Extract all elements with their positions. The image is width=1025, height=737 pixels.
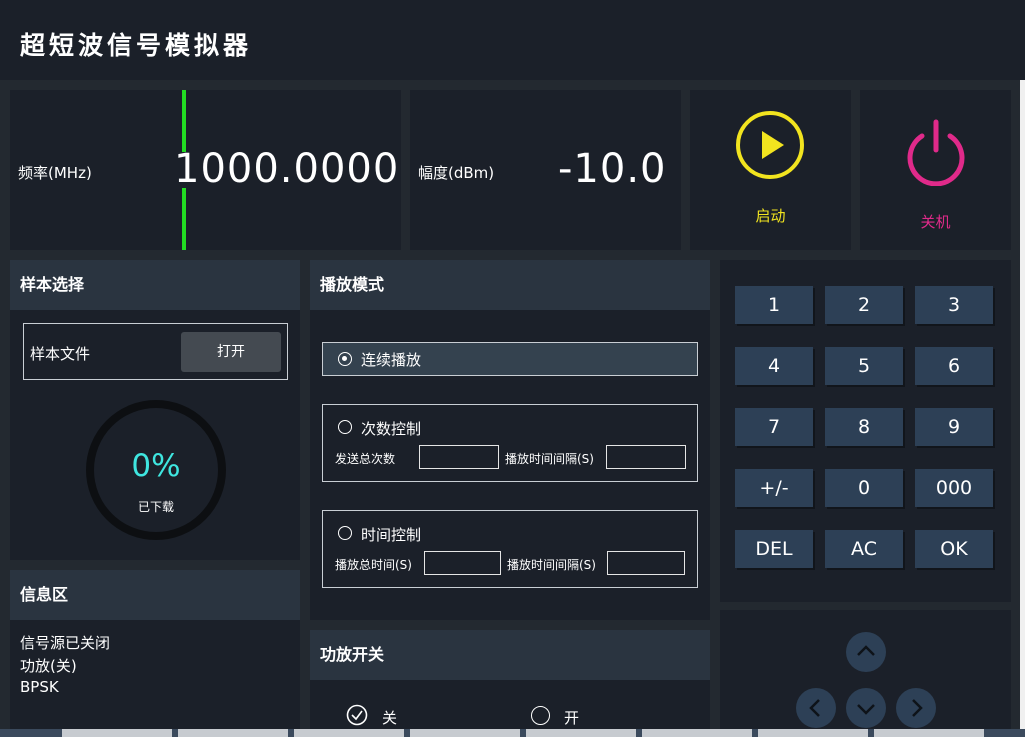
time-control-radio[interactable] xyxy=(338,526,352,540)
taskbar-item[interactable] xyxy=(526,729,636,737)
time-control-group: 时间控制 播放总时间(S) 播放时间间隔(S) xyxy=(322,510,698,588)
keypad-key[interactable]: DEL xyxy=(735,530,813,568)
progress-percent: 0% xyxy=(131,448,181,484)
nav-panel xyxy=(720,610,1011,729)
keypad-key[interactable]: 2 xyxy=(825,286,903,324)
keypad-key[interactable]: 5 xyxy=(825,347,903,385)
keypad-key[interactable]: 4 xyxy=(735,347,813,385)
keypad-key[interactable]: OK xyxy=(915,530,993,568)
total-time-input[interactable] xyxy=(424,551,501,575)
amp-on-radio[interactable] xyxy=(531,706,550,725)
amp-switch-header: 功放开关 xyxy=(310,630,710,680)
down-arrow-button[interactable] xyxy=(846,688,886,728)
app-title: 超短波信号模拟器 xyxy=(20,31,253,60)
time-control-label: 时间控制 xyxy=(361,526,422,544)
taskbar-item[interactable] xyxy=(642,729,752,737)
keypad-panel: 1 2 3 4 5 6 7 8 9 +/- 0 000 DEL AC OK xyxy=(720,260,1011,602)
play-mode-panel: 播放模式 连续播放 次数控制 发送总次数 播放时间间隔(S) 时间控制 播放总时… xyxy=(310,260,710,620)
interval-label-2: 播放时间间隔(S) xyxy=(507,558,596,572)
taskbar-item[interactable] xyxy=(178,729,288,737)
keypad-key[interactable]: 6 xyxy=(915,347,993,385)
keypad-key[interactable]: 0 xyxy=(825,469,903,507)
keypad-key[interactable]: 3 xyxy=(915,286,993,324)
info-line: 功放(关) xyxy=(20,657,77,675)
interval-input-2[interactable] xyxy=(607,551,685,575)
interval-input-1[interactable] xyxy=(606,445,686,469)
amp-on-label: 开 xyxy=(564,709,580,727)
info-panel: 信息区 信号源已关闭 功放(关) BPSK xyxy=(10,570,300,729)
total-time-label: 播放总时间(S) xyxy=(335,558,412,572)
frequency-label: 频率(MHz) xyxy=(18,164,92,182)
start-label: 启动 xyxy=(755,207,786,225)
taskbar-item[interactable] xyxy=(62,729,172,737)
left-arrow-button[interactable] xyxy=(796,688,836,728)
sample-file-label: 样本文件 xyxy=(30,345,91,363)
start-button[interactable]: 启动 xyxy=(690,90,851,250)
info-line: 信号源已关闭 xyxy=(20,634,111,652)
amplitude-label: 幅度(dBm) xyxy=(418,164,495,182)
progress-caption: 已下载 xyxy=(137,500,174,514)
checked-circle-icon[interactable] xyxy=(346,704,368,726)
count-control-group: 次数控制 发送总次数 播放时间间隔(S) xyxy=(322,404,698,482)
frequency-value[interactable]: 1000.0000 xyxy=(174,146,399,192)
count-control-radio[interactable] xyxy=(338,420,352,434)
right-edge xyxy=(1020,80,1025,729)
amp-switch-panel: 功放开关 关 开 xyxy=(310,630,710,729)
total-count-input[interactable] xyxy=(419,445,499,469)
play-icon xyxy=(736,111,804,179)
taskbar-item[interactable] xyxy=(758,729,868,737)
amplitude-value[interactable]: -10.0 xyxy=(558,146,667,192)
power-label: 关机 xyxy=(920,213,951,231)
keypad-key[interactable]: 7 xyxy=(735,408,813,446)
taskbar-item[interactable] xyxy=(294,729,404,737)
total-count-label: 发送总次数 xyxy=(335,452,396,466)
amplitude-panel[interactable]: 幅度(dBm) -10.0 xyxy=(410,90,681,250)
keypad-key[interactable]: 9 xyxy=(915,408,993,446)
frequency-panel[interactable]: 频率(MHz) 1000.0000 xyxy=(10,90,401,250)
keypad-key[interactable]: 000 xyxy=(915,469,993,507)
continuous-option[interactable]: 连续播放 xyxy=(322,342,698,376)
continuous-label: 连续播放 xyxy=(361,351,422,369)
keypad-key[interactable]: 1 xyxy=(735,286,813,324)
power-icon xyxy=(907,119,965,186)
play-mode-header: 播放模式 xyxy=(310,260,710,310)
up-arrow-icon xyxy=(857,645,875,656)
keypad-key[interactable]: 8 xyxy=(825,408,903,446)
title-bar: 超短波信号模拟器 xyxy=(0,0,1025,80)
interval-label-1: 播放时间间隔(S) xyxy=(505,452,594,466)
count-control-label: 次数控制 xyxy=(361,420,422,438)
right-arrow-button[interactable] xyxy=(896,688,936,728)
keypad-key[interactable]: +/- xyxy=(735,469,813,507)
cursor-bar-top xyxy=(182,90,186,152)
continuous-radio[interactable] xyxy=(338,352,352,366)
info-line: BPSK xyxy=(20,678,59,696)
open-file-button[interactable]: 打开 xyxy=(181,332,281,372)
down-arrow-icon xyxy=(857,704,875,715)
keypad-key[interactable]: AC xyxy=(825,530,903,568)
sample-panel: 样本选择 样本文件 打开 0% 已下载 xyxy=(10,260,300,560)
sample-header: 样本选择 xyxy=(10,260,300,310)
power-button[interactable]: 关机 xyxy=(860,90,1011,250)
amp-off-label: 关 xyxy=(382,709,398,727)
taskbar-item[interactable] xyxy=(874,729,984,737)
cursor-bar-bottom xyxy=(182,188,186,250)
right-arrow-icon xyxy=(912,699,923,717)
up-arrow-button[interactable] xyxy=(846,632,886,672)
info-header: 信息区 xyxy=(10,570,300,620)
left-arrow-icon xyxy=(809,699,820,717)
taskbar-item[interactable] xyxy=(410,729,520,737)
